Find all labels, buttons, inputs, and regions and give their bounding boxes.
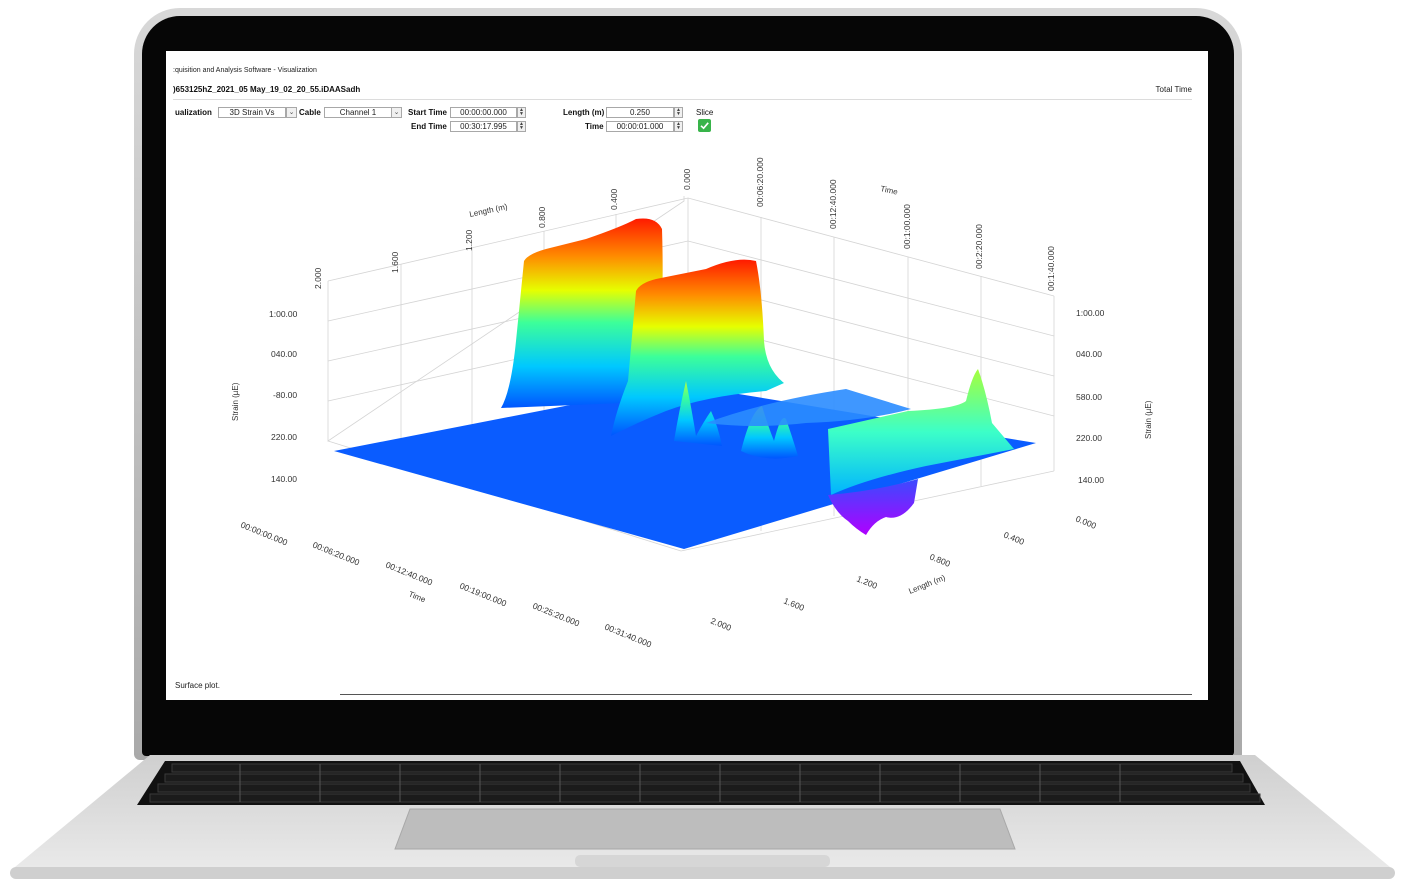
left-strain-tick: 1:00.00 <box>269 309 298 319</box>
front-length-tick: 2.000 <box>709 616 733 633</box>
back-length-tick: 0.800 <box>537 206 547 228</box>
status-text: Surface plot. <box>175 681 220 690</box>
front-length-title: Length (m) <box>907 573 947 596</box>
front-time-tick: 00:06:20.000 <box>311 540 361 568</box>
front-time-tick: 00:25:20.000 <box>531 601 581 629</box>
trackpad <box>394 808 1016 850</box>
front-length-tick: 0.000 <box>1074 514 1098 531</box>
right-axis-title: Strain (µE) <box>1144 400 1153 439</box>
status-divider <box>340 694 1192 695</box>
front-time-tick: 00:00:00.000 <box>239 520 289 548</box>
left-strain-tick: 140.00 <box>271 474 297 484</box>
laptop-base <box>10 755 1395 879</box>
back-time-tick: 00:1:40.000 <box>1046 246 1056 291</box>
back-time-tick: 00:12:40.000 <box>828 179 838 229</box>
back-length-tick: 1.600 <box>390 251 400 273</box>
left-axis-title: Strain (µE) <box>231 382 240 421</box>
app-window: :quisition and Analysis Software - Visua… <box>166 51 1208 700</box>
front-time-tick: 00:19:00.000 <box>458 581 508 609</box>
front-length-tick: 1.600 <box>782 596 806 613</box>
surface-plot[interactable]: Strain (µE) Strain (µE) 1:00.00 040.00 -… <box>166 51 1208 700</box>
left-strain-tick: 040.00 <box>271 349 297 359</box>
right-strain-tick: 220.00 <box>1076 433 1102 443</box>
front-time-tick: 00:12:40.000 <box>384 560 434 588</box>
back-length-tick: 0.400 <box>609 188 619 210</box>
front-length-tick: 0.800 <box>928 552 952 569</box>
back-length-title: Length (m) <box>469 202 509 219</box>
back-time-tick: 00:2:20.000 <box>974 224 984 269</box>
back-length-tick: 2.000 <box>313 267 323 289</box>
right-strain-tick: 040.00 <box>1076 349 1102 359</box>
back-time-tick: 00:06:20.000 <box>755 157 765 207</box>
front-length-tick: 0.400 <box>1002 530 1026 547</box>
right-strain-tick: 580.00 <box>1076 392 1102 402</box>
left-strain-tick: 220.00 <box>271 432 297 442</box>
front-time-title: Time <box>407 590 427 605</box>
left-strain-tick: -80.00 <box>273 390 297 400</box>
back-time-title: Time <box>880 184 900 197</box>
right-strain-tick: 1:00.00 <box>1076 308 1105 318</box>
back-time-tick: 00:1:00.000 <box>902 204 912 249</box>
right-strain-tick: 140.00 <box>1078 475 1104 485</box>
front-time-tick: 00:31:40.000 <box>603 622 653 650</box>
back-length-tick: 1.200 <box>464 229 474 251</box>
back-length-tick: 0.000 <box>682 168 692 190</box>
front-length-tick: 1.200 <box>855 574 879 591</box>
